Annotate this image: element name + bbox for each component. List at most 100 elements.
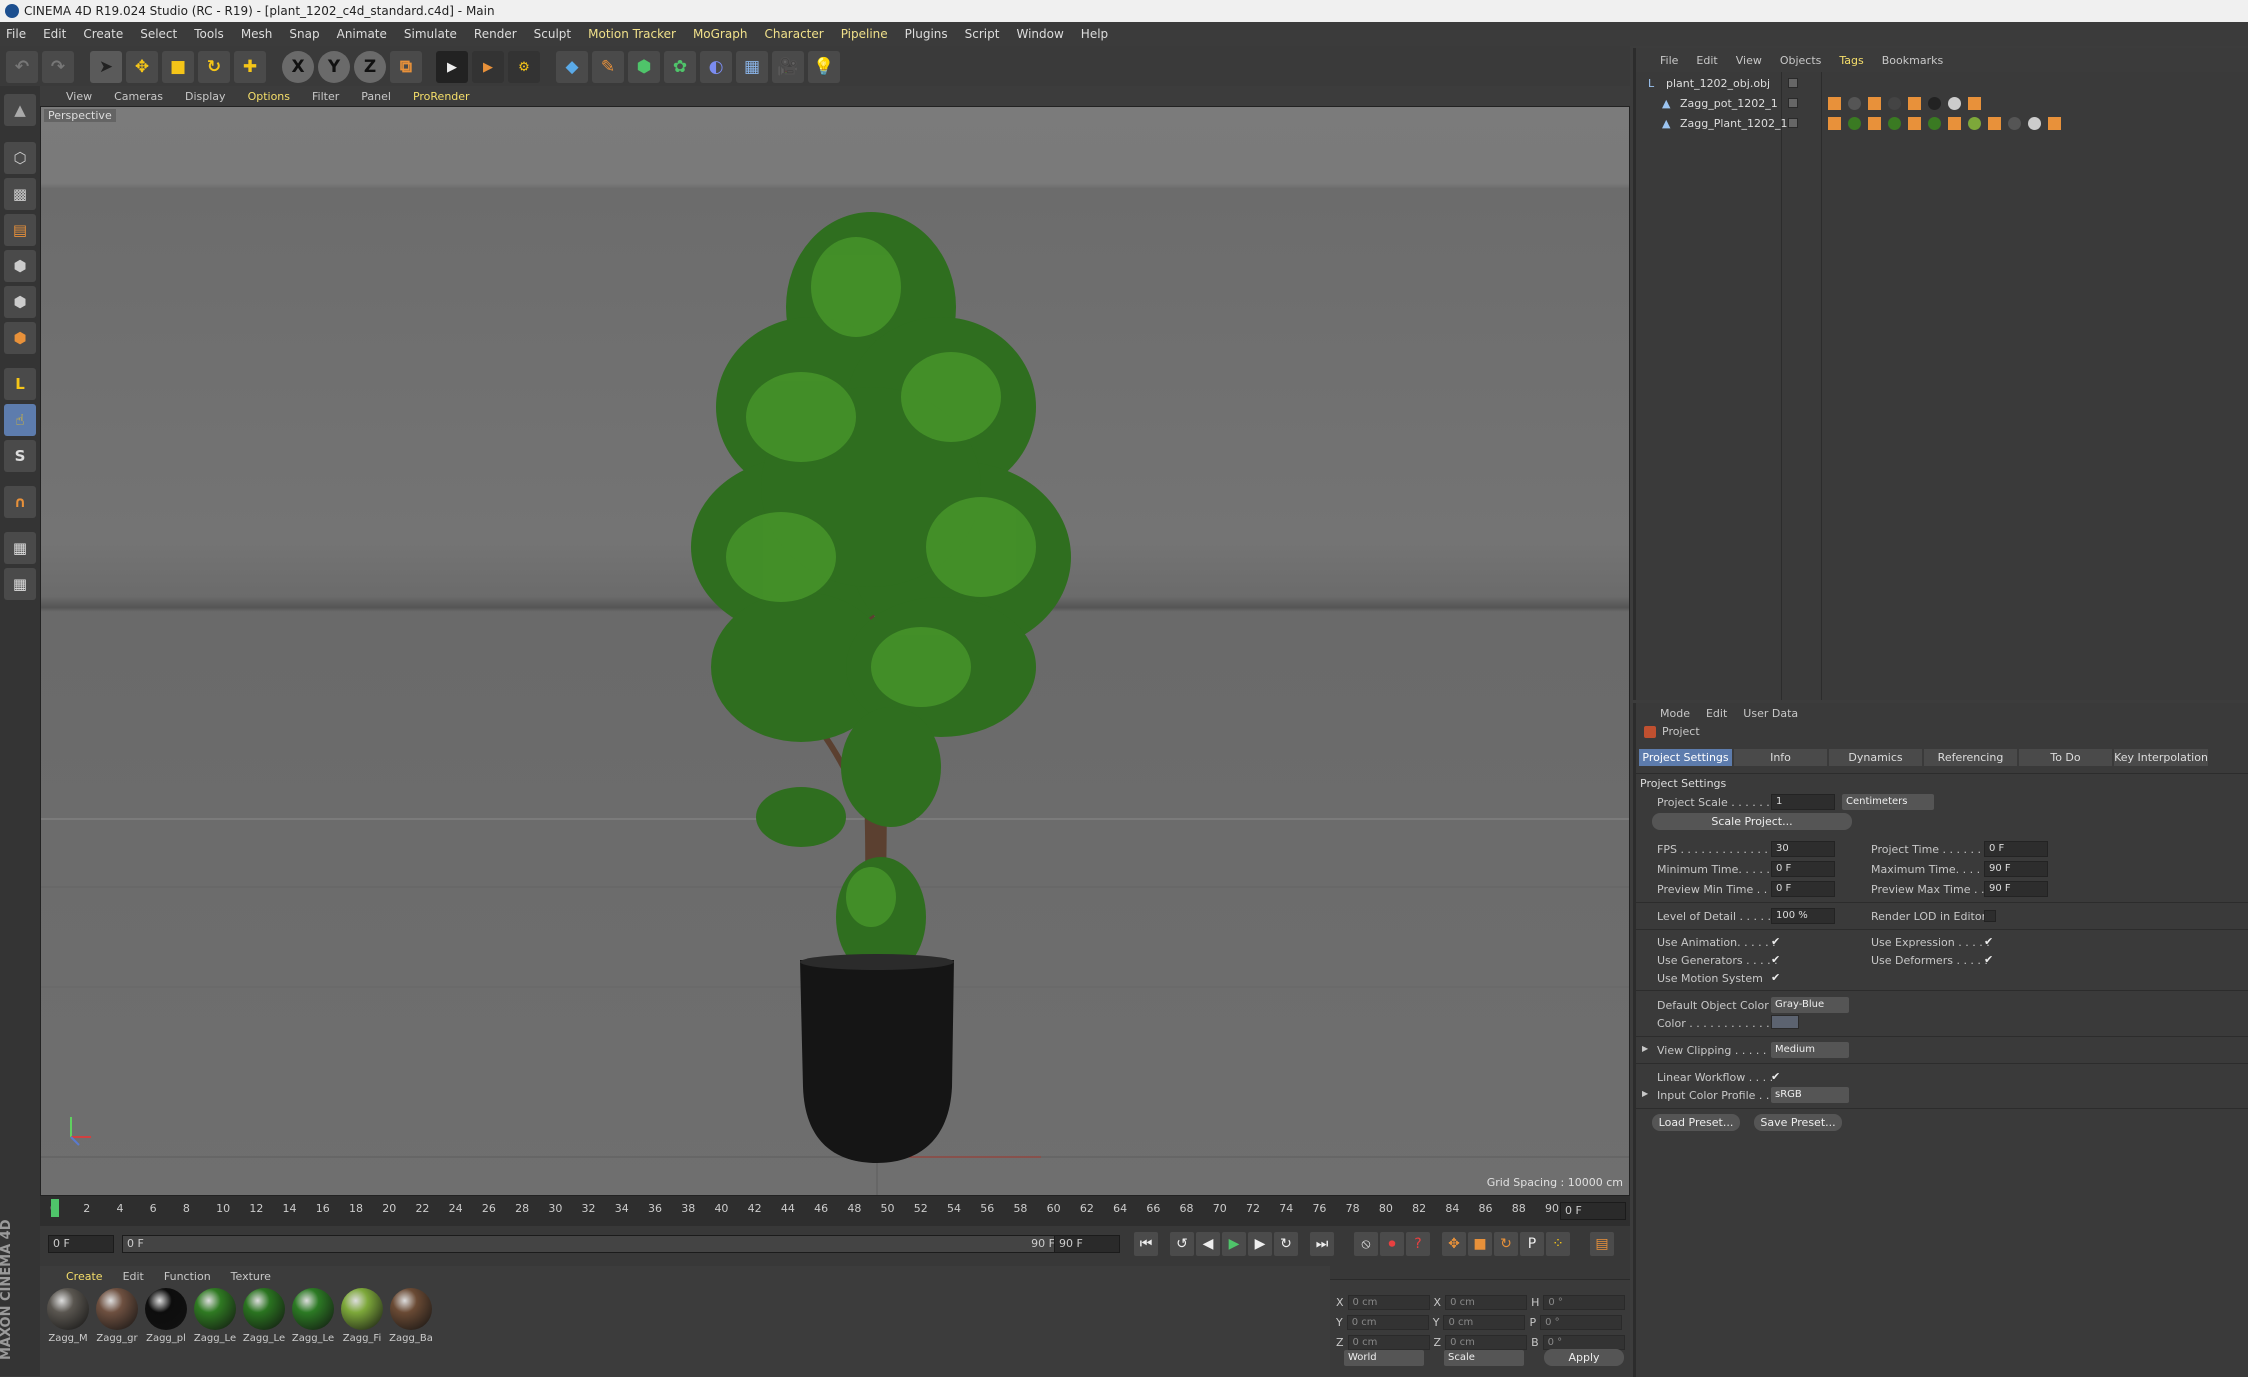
cube-primitive-icon[interactable]: ◆ [556,51,588,83]
coord-apply-button[interactable]: Apply [1544,1349,1624,1366]
coord-field[interactable]: 0 ° [1542,1334,1625,1350]
menu-snap[interactable]: Snap [289,27,319,41]
scale-tool-icon[interactable]: ■ [162,51,194,83]
object-tag-icon[interactable] [2008,117,2021,130]
object-tag-icon[interactable] [1828,97,1841,110]
material-swatch[interactable]: Zagg_pl [144,1288,188,1350]
magnet-icon[interactable]: ∩ [4,486,36,518]
save-preset-button[interactable]: Save Preset... [1754,1114,1842,1131]
menu-animate[interactable]: Animate [337,27,387,41]
tab-dynamics[interactable]: Dynamics [1829,749,1922,766]
object-tag-icon[interactable] [1888,117,1901,130]
attribute-menu-user-data[interactable]: User Data [1743,707,1798,720]
object-menu-edit[interactable]: Edit [1696,54,1717,67]
play-forward-icon[interactable]: ▶ [1222,1232,1246,1256]
scale-project-button[interactable]: Scale Project... [1652,813,1852,830]
object-row[interactable]: ▲ Zagg_pot_1202_1 [1636,94,2248,113]
enable-axis-icon[interactable]: L [4,368,36,400]
object-tag-icon[interactable] [2028,117,2041,130]
menu-script[interactable]: Script [965,27,1000,41]
material-swatch[interactable]: Zagg_Ba [389,1288,433,1350]
workplane-mode-icon[interactable]: ▤ [4,214,36,246]
menu-render[interactable]: Render [474,27,517,41]
object-tag-icon[interactable] [1868,97,1881,110]
x-axis-icon[interactable]: X [282,51,314,83]
prev-frame-icon[interactable]: ◀ [1196,1232,1220,1256]
object-menu-bookmarks[interactable]: Bookmarks [1882,54,1943,67]
menu-create[interactable]: Create [83,27,123,41]
material-swatch[interactable]: Zagg_Le [291,1288,335,1350]
object-row[interactable]: Lplant_1202_obj.obj [1636,74,2248,93]
object-tag-icon[interactable] [1848,97,1861,110]
preview-min-field[interactable]: 0 F [1771,881,1835,897]
render-settings-icon[interactable]: ⚙ [508,51,540,83]
menu-motion-tracker[interactable]: Motion Tracker [588,27,676,41]
texture-mode-icon[interactable]: ▩ [4,178,36,210]
goto-start-icon[interactable]: ⏮ [1134,1232,1158,1256]
viewport-menu-display[interactable]: Display [185,90,226,103]
material-swatch[interactable]: Zagg_Le [242,1288,286,1350]
use-animation-checkbox[interactable]: ✔ [1771,936,1783,948]
tab-info[interactable]: Info [1734,749,1827,766]
load-preset-button[interactable]: Load Preset... [1652,1114,1740,1131]
points-mode-icon[interactable]: ⬢ [4,250,36,282]
move-tool-icon[interactable]: ✥ [126,51,158,83]
menu-sculpt[interactable]: Sculpt [534,27,571,41]
light-icon[interactable]: 💡 [808,51,840,83]
material-swatch[interactable]: Zagg_Le [193,1288,237,1350]
workplane-lock-icon[interactable]: ▦ [4,532,36,564]
next-key-icon[interactable]: ↻ [1274,1232,1298,1256]
key-pla-icon[interactable]: ⁘ [1546,1232,1570,1256]
preview-max-field[interactable]: 90 F [1984,881,2048,897]
linear-workflow-checkbox[interactable]: ✔ [1771,1071,1783,1083]
menu-tools[interactable]: Tools [194,27,224,41]
project-scale-unit-dropdown[interactable]: Centimeters [1842,794,1934,810]
render-view-icon[interactable]: ▶ [436,51,468,83]
visibility-toggle-icon[interactable] [1788,78,1798,88]
object-tag-icon[interactable] [1948,97,1961,110]
view-clipping-dropdown[interactable]: Medium [1771,1042,1849,1058]
menu-window[interactable]: Window [1016,27,1063,41]
visibility-toggle-icon[interactable] [1788,118,1798,128]
object-tag-icon[interactable] [1888,97,1901,110]
coord-field[interactable]: 0 ° [1543,1294,1626,1310]
menu-simulate[interactable]: Simulate [404,27,457,41]
viewport-menu-prorender[interactable]: ProRender [413,90,470,103]
material-menu-texture[interactable]: Texture [231,1270,271,1283]
object-tag-icon[interactable] [2048,117,2061,130]
use-expression-checkbox[interactable]: ✔ [1984,936,1996,948]
tweak-mode-icon[interactable]: ☝ [4,404,36,436]
menu-pipeline[interactable]: Pipeline [841,27,888,41]
max-frame-field[interactable]: 90 F [1054,1235,1120,1253]
array-generator-icon[interactable]: ✿ [664,51,696,83]
coordinate-system-icon[interactable]: ⧉ [390,51,422,83]
solo-icon[interactable]: ▦ [4,568,36,600]
fps-field[interactable]: 30 [1771,841,1835,857]
timeline-frame-field[interactable]: 0 F [1560,1202,1626,1220]
pen-spline-icon[interactable]: ✎ [592,51,624,83]
menu-character[interactable]: Character [764,27,823,41]
deformer-icon[interactable]: ◐ [700,51,732,83]
render-picture-viewer-icon[interactable]: ▶ [472,51,504,83]
select-tool-icon[interactable]: ➤ [90,51,122,83]
material-menu-create[interactable]: Create [66,1270,103,1283]
snap-icon[interactable]: S [4,440,36,472]
floor-environment-icon[interactable]: ▦ [736,51,768,83]
material-swatch[interactable]: Zagg_M [46,1288,90,1350]
viewport-menu-cameras[interactable]: Cameras [114,90,163,103]
next-frame-icon[interactable]: ▶ [1248,1232,1272,1256]
default-color-dropdown[interactable]: Gray-Blue [1771,997,1849,1013]
object-tag-icon[interactable] [1848,117,1861,130]
visibility-toggle-icon[interactable] [1788,98,1798,108]
coord-field[interactable]: 0 cm [1347,1334,1430,1350]
menu-select[interactable]: Select [140,27,177,41]
keyframe-selection-icon[interactable]: ? [1406,1232,1430,1256]
menu-mesh[interactable]: Mesh [241,27,273,41]
tab-to-do[interactable]: To Do [2019,749,2112,766]
object-tag-icon[interactable] [1928,97,1941,110]
viewport-perspective[interactable]: Perspective Grid Spacing: 10000 cm [40,106,1630,1196]
use-deformers-checkbox[interactable]: ✔ [1984,954,1996,966]
key-scale-icon[interactable]: ■ [1468,1232,1492,1256]
model-mode-icon[interactable]: ⬡ [4,142,36,174]
y-axis-icon[interactable]: Y [318,51,350,83]
